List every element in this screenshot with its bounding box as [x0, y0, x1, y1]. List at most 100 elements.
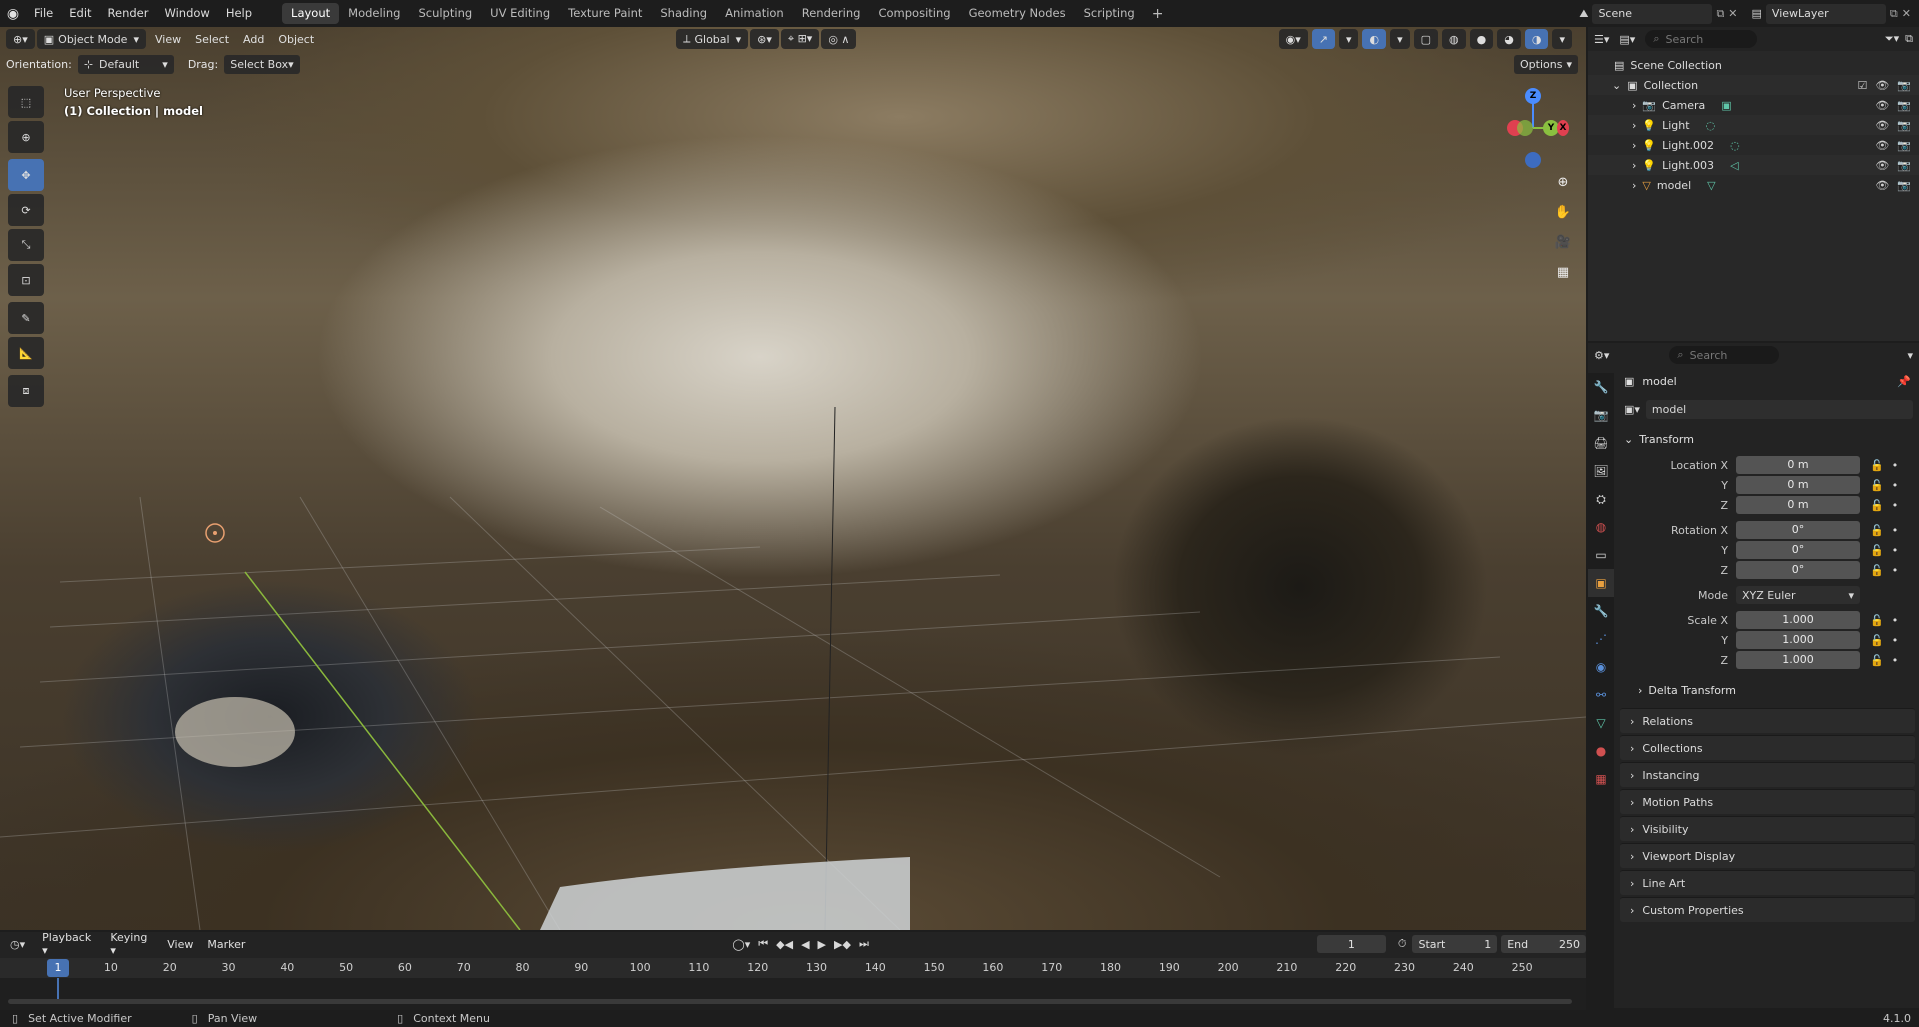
scale-z-field[interactable]: 1.000 [1736, 651, 1860, 669]
keyframe-dot-icon[interactable]: • [1892, 654, 1899, 667]
location-z-field[interactable]: 0 m [1736, 496, 1860, 514]
shading-rendered-button[interactable]: ◑ [1524, 29, 1549, 49]
gizmo-z-axis[interactable]: Z [1525, 88, 1541, 104]
tab-particles[interactable]: ⋰ [1588, 625, 1614, 653]
panel-instancing[interactable]: › Instancing [1620, 762, 1915, 787]
navigation-gizmo[interactable]: Z Y X [1493, 88, 1569, 168]
visibility-button[interactable]: ◉▾ [1278, 29, 1308, 49]
panel-relations[interactable]: › Relations [1620, 708, 1915, 733]
3d-viewport[interactable] [0, 27, 1586, 930]
timeline-editor-icon[interactable]: ◷▾ [10, 938, 25, 951]
blender-logo-icon[interactable]: ◉ [0, 0, 26, 27]
ortho-toggle-button[interactable]: ▦ [1550, 259, 1576, 285]
tab-collection[interactable]: ▭ [1588, 541, 1614, 569]
outliner-search-input[interactable]: ⌕ Search [1645, 30, 1758, 48]
panel-line-art[interactable]: › Line Art [1620, 870, 1915, 895]
eye-icon[interactable]: 👁 [1875, 119, 1889, 132]
lock-icon[interactable]: 🔓 [1870, 459, 1884, 472]
add-workspace-button[interactable]: + [1144, 6, 1172, 22]
auto-keying-icon[interactable]: ◯▾ [732, 938, 750, 951]
proportional-edit-button[interactable]: ◎ ∧ [821, 29, 857, 49]
drag-dropdown[interactable]: Select Box ▾ [224, 54, 300, 74]
measure-tool[interactable]: 📐 [8, 337, 44, 369]
lock-icon[interactable]: 🔓 [1870, 524, 1884, 537]
lock-icon[interactable]: 🔓 [1870, 479, 1884, 492]
menu-object[interactable]: Object [271, 33, 321, 46]
tab-shading[interactable]: Shading [651, 3, 716, 24]
rotation-mode-dropdown[interactable]: XYZ Euler ▾ [1736, 586, 1860, 604]
menu-edit[interactable]: Edit [61, 0, 99, 27]
location-x-field[interactable]: 0 m [1736, 456, 1860, 474]
gizmo-toggle-button[interactable]: ↗ [1311, 29, 1335, 49]
scene-icon[interactable]: ⛰ [1579, 7, 1588, 21]
rotate-tool[interactable]: ⟳ [8, 194, 44, 226]
delta-transform-header[interactable]: › Delta Transform [1616, 678, 1919, 702]
menu-marker[interactable]: Marker [200, 938, 252, 951]
overlay-toggle-button[interactable]: ◐ [1362, 29, 1387, 49]
orientation-dropdown[interactable]: ⊹ Default ▾ [77, 54, 174, 74]
checkbox-icon[interactable]: ☑ [1857, 79, 1867, 92]
delete-view-layer-icon[interactable]: ✕ [1902, 7, 1911, 20]
gizmo-dropdown[interactable]: ▾ [1338, 29, 1359, 49]
tab-modeling[interactable]: Modeling [339, 3, 409, 24]
lock-icon[interactable]: 🔓 [1870, 499, 1884, 512]
tab-physics[interactable]: ◉ [1588, 653, 1614, 681]
keyframe-dot-icon[interactable]: • [1892, 479, 1899, 492]
lock-icon[interactable]: 🔓 [1870, 544, 1884, 557]
tab-material[interactable]: ● [1588, 737, 1614, 765]
tab-object[interactable]: ▣ [1588, 569, 1614, 597]
shading-dropdown[interactable]: ▾ [1552, 29, 1572, 49]
play-icon[interactable]: ▶ [818, 938, 826, 951]
keyframe-dot-icon[interactable]: • [1892, 499, 1899, 512]
menu-timeline-view[interactable]: View [160, 938, 200, 951]
timeline-track[interactable] [0, 978, 1586, 1010]
object-type-icon[interactable]: ▣▾ [1624, 403, 1640, 416]
outliner-collection[interactable]: ⌄ ▣ Collection ☑ 👁 📷 [1588, 75, 1919, 95]
keyframe-dot-icon[interactable]: • [1892, 544, 1899, 557]
gizmo-neg-z-axis[interactable] [1525, 152, 1541, 168]
transform-orientation-selector[interactable]: ⟂ Global ▾ [676, 29, 749, 49]
move-tool[interactable]: ✥ [8, 159, 44, 191]
tab-output[interactable]: 🖨 [1588, 429, 1614, 457]
outliner-scene-collection[interactable]: ▤ Scene Collection [1588, 55, 1919, 75]
eye-icon[interactable]: 👁 [1875, 159, 1889, 172]
transform-tool[interactable]: ⊡ [8, 264, 44, 296]
camera-icon[interactable]: 📷 [1897, 99, 1911, 112]
scale-tool[interactable]: ⤡ [8, 229, 44, 261]
xray-toggle-button[interactable]: ▢ [1413, 29, 1439, 49]
view-layer-icon[interactable]: ▤ [1752, 7, 1762, 20]
outliner-item-camera[interactable]: › 📷 Camera ▣ 👁 📷 [1588, 95, 1919, 115]
next-keyframe-icon[interactable]: ▶◆ [834, 938, 851, 951]
display-mode-icon[interactable]: ▤▾ [1619, 33, 1635, 46]
stopwatch-icon[interactable]: ⏱ [1398, 937, 1407, 951]
camera-icon[interactable]: 📷 [1897, 119, 1911, 132]
tab-scene[interactable]: ⛭ [1588, 485, 1614, 513]
end-frame-field[interactable]: End 250 [1501, 935, 1586, 953]
panel-collections[interactable]: › Collections [1620, 735, 1915, 760]
tab-constraints[interactable]: ⚯ [1588, 681, 1614, 709]
camera-view-button[interactable]: 🎥 [1550, 229, 1576, 255]
select-box-tool[interactable]: ⬚ [8, 86, 44, 118]
tab-render[interactable]: 📷 [1588, 401, 1614, 429]
menu-file[interactable]: File [26, 0, 61, 27]
new-view-layer-icon[interactable]: ⧉ [1890, 7, 1898, 21]
menu-window[interactable]: Window [156, 0, 217, 27]
menu-select[interactable]: Select [188, 33, 236, 46]
outliner-item-light[interactable]: › 💡 Light ◌ 👁 📷 [1588, 115, 1919, 135]
menu-render[interactable]: Render [100, 0, 157, 27]
play-reverse-icon[interactable]: ◀ [801, 938, 809, 951]
menu-view[interactable]: View [148, 33, 188, 46]
pan-button[interactable]: ✋ [1550, 199, 1576, 225]
pin-icon[interactable]: 📌 [1897, 375, 1911, 388]
lock-icon[interactable]: 🔓 [1870, 614, 1884, 627]
tab-sculpting[interactable]: Sculpting [409, 3, 481, 24]
lock-icon[interactable]: 🔓 [1870, 634, 1884, 647]
prev-keyframe-icon[interactable]: ◆◀ [776, 938, 793, 951]
tab-view-layer[interactable]: 🖼 [1588, 457, 1614, 485]
cursor-tool[interactable]: ⊕ [8, 121, 44, 153]
snap-button[interactable]: ⌖ ⊞▾ [780, 29, 820, 49]
tab-data[interactable]: ▽ [1588, 709, 1614, 737]
gizmo-neg-y-axis[interactable] [1517, 120, 1533, 136]
tab-uv-editing[interactable]: UV Editing [481, 3, 559, 24]
menu-help[interactable]: Help [218, 0, 260, 27]
